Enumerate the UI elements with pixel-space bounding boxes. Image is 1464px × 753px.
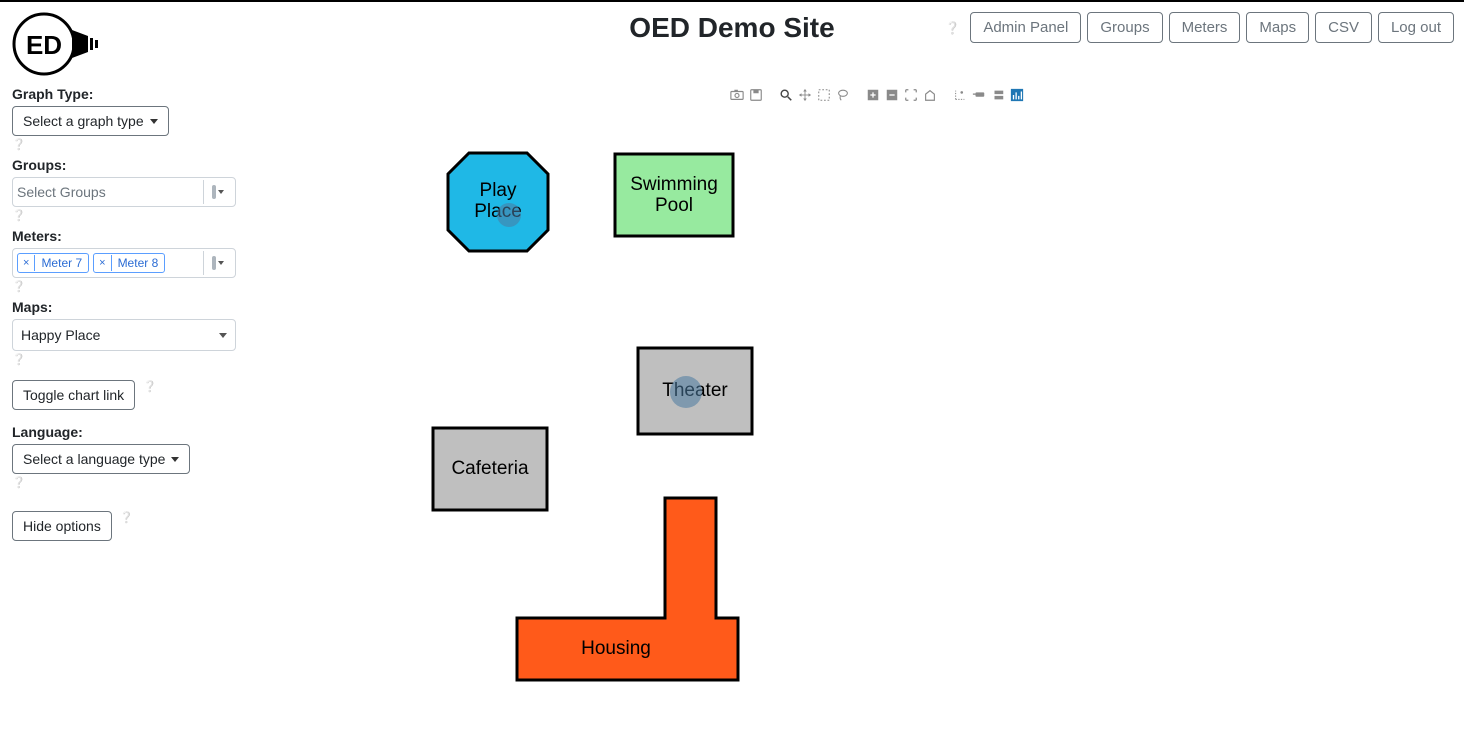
language-label: Language:: [12, 424, 238, 440]
toggle-chart-link-button[interactable]: Toggle chart link: [12, 380, 135, 410]
spike-icon[interactable]: [953, 88, 967, 102]
svg-text:Pool: Pool: [655, 195, 693, 216]
box-select-icon[interactable]: [817, 88, 831, 102]
chevron-down-icon: [171, 457, 179, 462]
groups-multiselect[interactable]: Select Groups: [12, 177, 236, 207]
chevron-down-icon: [218, 261, 224, 265]
zoom-out-icon[interactable]: [885, 88, 899, 102]
meters-label: Meters:: [12, 228, 238, 244]
remove-tag-icon[interactable]: ×: [94, 255, 111, 271]
meter-tag: ×Meter 8: [93, 253, 165, 273]
compare-icon[interactable]: [991, 88, 1005, 102]
chevron-down-icon: [150, 119, 158, 124]
help-icon[interactable]: ❔: [945, 21, 960, 35]
data-point[interactable]: [670, 376, 702, 408]
building-label: Play: [480, 180, 517, 201]
graph-type-dropdown[interactable]: Select a graph type: [12, 106, 169, 136]
hide-options-button[interactable]: Hide options: [12, 511, 112, 541]
save-icon[interactable]: [749, 88, 763, 102]
nav-logout[interactable]: Log out: [1378, 12, 1454, 43]
graph-type-label: Graph Type:: [12, 86, 238, 102]
pan-icon[interactable]: [798, 88, 812, 102]
help-icon[interactable]: ❔: [12, 209, 238, 222]
nav-meters[interactable]: Meters: [1169, 12, 1241, 43]
camera-icon[interactable]: [730, 88, 744, 102]
oed-logo[interactable]: ED: [10, 8, 110, 80]
building-label: Housing: [581, 638, 651, 659]
maps-label: Maps:: [12, 299, 238, 315]
zoom-icon[interactable]: [779, 88, 793, 102]
data-point[interactable]: [497, 203, 521, 227]
nav-maps[interactable]: Maps: [1246, 12, 1309, 43]
remove-tag-icon[interactable]: ×: [18, 255, 35, 271]
lasso-icon[interactable]: [836, 88, 850, 102]
plotly-toolbar: [730, 88, 1024, 102]
svg-text:ED: ED: [26, 30, 62, 60]
building-label: Swimming: [630, 174, 718, 195]
chevron-down-icon: [219, 333, 227, 338]
nav-csv[interactable]: CSV: [1315, 12, 1372, 43]
help-icon[interactable]: ❔: [12, 280, 238, 293]
help-icon[interactable]: ❔: [12, 138, 238, 151]
hover-icon[interactable]: [972, 88, 986, 102]
building-map[interactable]: Play Place Swimming Pool Theater Cafeter…: [338, 110, 1038, 730]
meter-tag: ×Meter 7: [17, 253, 89, 273]
help-icon[interactable]: ❔: [120, 511, 134, 524]
help-icon[interactable]: ❔: [12, 353, 238, 366]
help-icon[interactable]: ❔: [143, 380, 157, 393]
meters-multiselect[interactable]: ×Meter 7 ×Meter 8: [12, 248, 236, 278]
maps-select[interactable]: Happy Place: [12, 319, 236, 351]
chevron-down-icon: [218, 190, 224, 194]
autoscale-icon[interactable]: [904, 88, 918, 102]
nav-admin-panel[interactable]: Admin Panel: [970, 12, 1081, 43]
language-dropdown[interactable]: Select a language type: [12, 444, 190, 474]
help-icon[interactable]: ❔: [12, 476, 238, 489]
reset-axes-icon[interactable]: [923, 88, 937, 102]
building-label: Cafeteria: [451, 458, 529, 479]
nav-groups[interactable]: Groups: [1087, 12, 1162, 43]
zoom-in-icon[interactable]: [866, 88, 880, 102]
plotly-icon[interactable]: [1010, 88, 1024, 102]
groups-label: Groups:: [12, 157, 238, 173]
